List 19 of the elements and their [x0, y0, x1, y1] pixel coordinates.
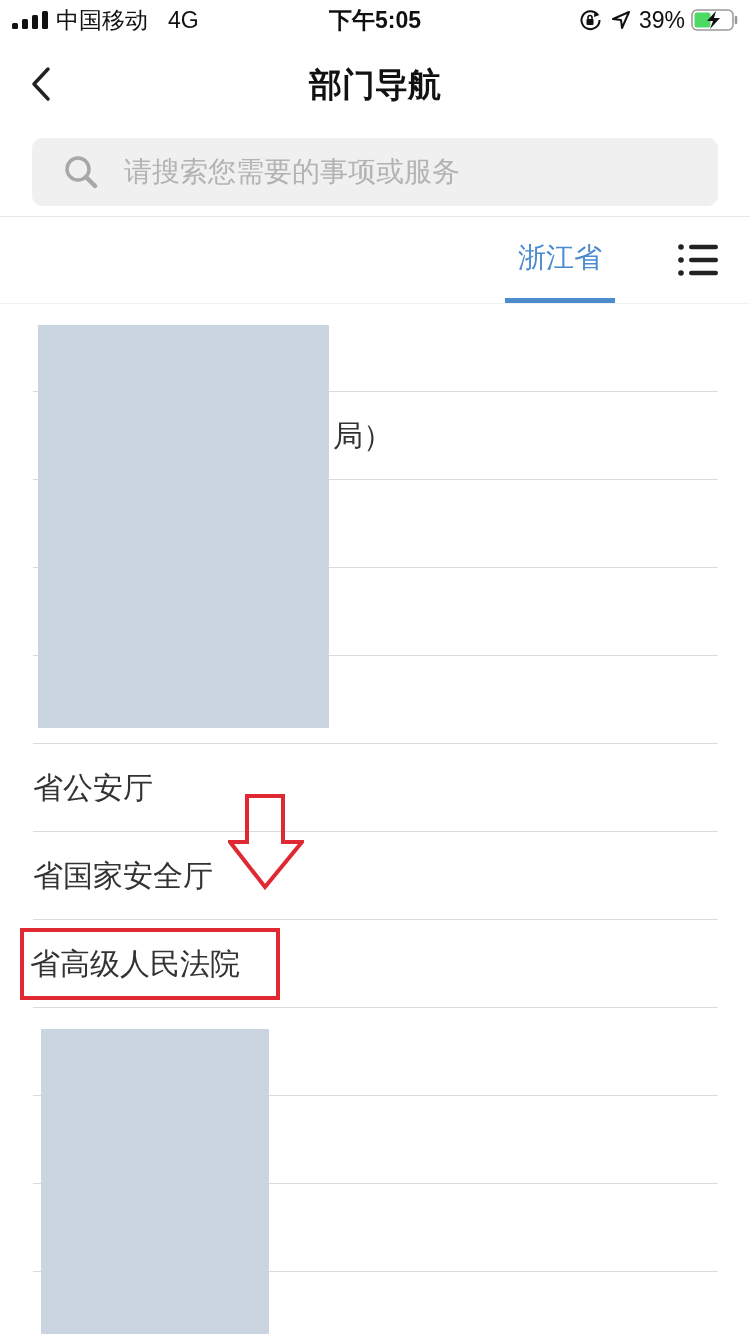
battery-percent: 39% [638, 8, 685, 32]
department-name[interactable]: 局） [333, 420, 393, 451]
search-field[interactable]: 请搜索您需要的事项或服务 [32, 138, 718, 206]
menu-button[interactable] [678, 243, 718, 277]
page-title: 部门导航 [309, 67, 441, 101]
network-type: 4G [168, 8, 199, 32]
signal-icon [12, 11, 48, 29]
department-name[interactable]: 省国家安全厅 [33, 860, 213, 891]
list-icon [678, 243, 718, 277]
region-tab[interactable]: 浙江省 [505, 217, 615, 303]
orientation-lock-icon [578, 9, 601, 31]
battery-charging-icon [691, 9, 738, 31]
location-arrow-icon [610, 10, 631, 30]
carrier-name: 中国移动 [56, 8, 148, 32]
department-name[interactable]: 省公安厅 [33, 772, 153, 803]
chevron-left-icon [30, 66, 52, 102]
status-time: 下午5:05 [328, 8, 421, 32]
search-icon [64, 155, 98, 189]
department-name[interactable]: 省高级人民法院 [30, 948, 240, 979]
